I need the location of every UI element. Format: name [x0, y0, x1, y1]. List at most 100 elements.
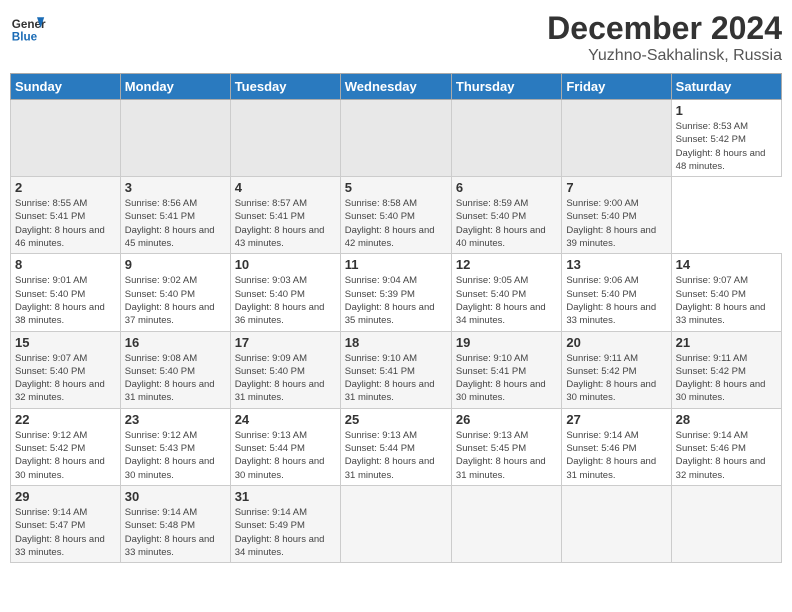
day-number: 29	[15, 489, 116, 504]
sunrise: Sunrise: 9:02 AM	[125, 275, 197, 286]
sunrise: Sunrise: 9:11 AM	[566, 353, 638, 364]
day-cell-29: 29 Sunrise: 9:14 AM Sunset: 5:47 PM Dayl…	[11, 485, 121, 562]
logo: General Blue	[10, 10, 46, 46]
sunrise: Sunrise: 9:03 AM	[235, 275, 307, 286]
sunrise: Sunrise: 9:12 AM	[125, 430, 197, 441]
day-cell-12: 12 Sunrise: 9:05 AM Sunset: 5:40 PM Dayl…	[451, 254, 561, 331]
sunrise: Sunrise: 8:59 AM	[456, 198, 528, 209]
sunset: Sunset: 5:43 PM	[125, 443, 195, 454]
calendar-header-row: SundayMondayTuesdayWednesdayThursdayFrid…	[11, 74, 782, 100]
day-number: 4	[235, 180, 336, 195]
day-info: Sunrise: 9:11 AM Sunset: 5:42 PM Dayligh…	[566, 352, 666, 405]
daylight: Daylight: 8 hours and 39 minutes.	[566, 225, 656, 249]
sunset: Sunset: 5:49 PM	[235, 520, 305, 531]
day-cell-24: 24 Sunrise: 9:13 AM Sunset: 5:44 PM Dayl…	[230, 408, 340, 485]
day-number: 17	[235, 335, 336, 350]
sunrise: Sunrise: 9:13 AM	[235, 430, 307, 441]
empty-cell	[340, 485, 451, 562]
daylight: Daylight: 8 hours and 37 minutes.	[125, 302, 215, 326]
day-number: 8	[15, 257, 116, 272]
sunset: Sunset: 5:45 PM	[456, 443, 526, 454]
day-number: 15	[15, 335, 116, 350]
sunrise: Sunrise: 9:05 AM	[456, 275, 528, 286]
day-cell-11: 11 Sunrise: 9:04 AM Sunset: 5:39 PM Dayl…	[340, 254, 451, 331]
day-info: Sunrise: 9:09 AM Sunset: 5:40 PM Dayligh…	[235, 352, 336, 405]
day-number: 14	[676, 257, 777, 272]
day-cell-16: 16 Sunrise: 9:08 AM Sunset: 5:40 PM Dayl…	[120, 331, 230, 408]
day-info: Sunrise: 9:13 AM Sunset: 5:44 PM Dayligh…	[235, 429, 336, 482]
sunset: Sunset: 5:44 PM	[235, 443, 305, 454]
daylight: Daylight: 8 hours and 31 minutes.	[566, 456, 656, 480]
sunset: Sunset: 5:40 PM	[566, 289, 636, 300]
day-info: Sunrise: 9:08 AM Sunset: 5:40 PM Dayligh…	[125, 352, 226, 405]
daylight: Daylight: 8 hours and 31 minutes.	[235, 379, 325, 403]
day-number: 28	[676, 412, 777, 427]
sunrise: Sunrise: 9:14 AM	[566, 430, 638, 441]
day-cell-15: 15 Sunrise: 9:07 AM Sunset: 5:40 PM Dayl…	[11, 331, 121, 408]
sunset: Sunset: 5:40 PM	[125, 366, 195, 377]
day-header-saturday: Saturday	[671, 74, 781, 100]
sunset: Sunset: 5:39 PM	[345, 289, 415, 300]
sunset: Sunset: 5:40 PM	[456, 289, 526, 300]
daylight: Daylight: 8 hours and 32 minutes.	[676, 456, 766, 480]
day-info: Sunrise: 9:12 AM Sunset: 5:42 PM Dayligh…	[15, 429, 116, 482]
sunset: Sunset: 5:40 PM	[15, 366, 85, 377]
day-info: Sunrise: 9:07 AM Sunset: 5:40 PM Dayligh…	[676, 274, 777, 327]
sunrise: Sunrise: 9:08 AM	[125, 353, 197, 364]
sunrise: Sunrise: 9:11 AM	[676, 353, 748, 364]
day-cell-25: 25 Sunrise: 9:13 AM Sunset: 5:44 PM Dayl…	[340, 408, 451, 485]
daylight: Daylight: 8 hours and 30 minutes.	[566, 379, 656, 403]
empty-cell	[230, 100, 340, 177]
day-cell-3: 3 Sunrise: 8:56 AM Sunset: 5:41 PM Dayli…	[120, 177, 230, 254]
day-cell-31: 31 Sunrise: 9:14 AM Sunset: 5:49 PM Dayl…	[230, 485, 340, 562]
sunrise: Sunrise: 9:14 AM	[235, 507, 307, 518]
day-info: Sunrise: 9:14 AM Sunset: 5:46 PM Dayligh…	[676, 429, 777, 482]
day-info: Sunrise: 8:53 AM Sunset: 5:42 PM Dayligh…	[676, 120, 777, 173]
daylight: Daylight: 8 hours and 31 minutes.	[125, 379, 215, 403]
day-cell-18: 18 Sunrise: 9:10 AM Sunset: 5:41 PM Dayl…	[340, 331, 451, 408]
day-header-sunday: Sunday	[11, 74, 121, 100]
sunset: Sunset: 5:41 PM	[345, 366, 415, 377]
day-info: Sunrise: 9:13 AM Sunset: 5:44 PM Dayligh…	[345, 429, 447, 482]
empty-cell	[11, 100, 121, 177]
daylight: Daylight: 8 hours and 34 minutes.	[456, 302, 546, 326]
sunset: Sunset: 5:44 PM	[345, 443, 415, 454]
day-info: Sunrise: 9:13 AM Sunset: 5:45 PM Dayligh…	[456, 429, 557, 482]
day-number: 6	[456, 180, 557, 195]
sunrise: Sunrise: 9:07 AM	[676, 275, 748, 286]
day-header-tuesday: Tuesday	[230, 74, 340, 100]
sunset: Sunset: 5:46 PM	[676, 443, 746, 454]
sunset: Sunset: 5:41 PM	[15, 211, 85, 222]
empty-cell	[562, 100, 671, 177]
day-number: 7	[566, 180, 666, 195]
sunset: Sunset: 5:40 PM	[235, 366, 305, 377]
day-cell-22: 22 Sunrise: 9:12 AM Sunset: 5:42 PM Dayl…	[11, 408, 121, 485]
daylight: Daylight: 8 hours and 32 minutes.	[15, 379, 105, 403]
sunset: Sunset: 5:42 PM	[676, 366, 746, 377]
sunrise: Sunrise: 8:56 AM	[125, 198, 197, 209]
daylight: Daylight: 8 hours and 34 minutes.	[235, 534, 325, 558]
day-info: Sunrise: 9:10 AM Sunset: 5:41 PM Dayligh…	[345, 352, 447, 405]
daylight: Daylight: 8 hours and 36 minutes.	[235, 302, 325, 326]
day-number: 3	[125, 180, 226, 195]
sunset: Sunset: 5:41 PM	[125, 211, 195, 222]
day-info: Sunrise: 8:56 AM Sunset: 5:41 PM Dayligh…	[125, 197, 226, 250]
day-info: Sunrise: 9:12 AM Sunset: 5:43 PM Dayligh…	[125, 429, 226, 482]
day-info: Sunrise: 9:02 AM Sunset: 5:40 PM Dayligh…	[125, 274, 226, 327]
daylight: Daylight: 8 hours and 30 minutes.	[676, 379, 766, 403]
day-info: Sunrise: 9:14 AM Sunset: 5:49 PM Dayligh…	[235, 506, 336, 559]
daylight: Daylight: 8 hours and 33 minutes.	[125, 534, 215, 558]
sunrise: Sunrise: 9:14 AM	[15, 507, 87, 518]
day-info: Sunrise: 9:07 AM Sunset: 5:40 PM Dayligh…	[15, 352, 116, 405]
sunset: Sunset: 5:40 PM	[566, 211, 636, 222]
empty-cell	[120, 100, 230, 177]
day-cell-19: 19 Sunrise: 9:10 AM Sunset: 5:41 PM Dayl…	[451, 331, 561, 408]
day-number: 20	[566, 335, 666, 350]
day-cell-2: 2 Sunrise: 8:55 AM Sunset: 5:41 PM Dayli…	[11, 177, 121, 254]
day-number: 25	[345, 412, 447, 427]
sunrise: Sunrise: 8:57 AM	[235, 198, 307, 209]
day-number: 30	[125, 489, 226, 504]
daylight: Daylight: 8 hours and 30 minutes.	[125, 456, 215, 480]
day-cell-14: 14 Sunrise: 9:07 AM Sunset: 5:40 PM Dayl…	[671, 254, 781, 331]
day-number: 5	[345, 180, 447, 195]
